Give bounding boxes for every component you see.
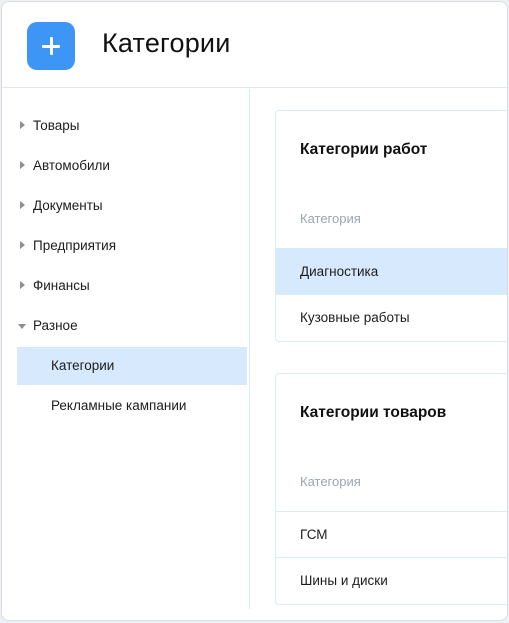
sidebar-subitem-label: Рекламные кампании [51,398,187,413]
sidebar-item-documents[interactable]: Документы [17,187,247,225]
sidebar-item-label: Предприятия [33,238,117,253]
row-label: Кузовные работы [300,310,410,325]
chevron-right-icon [20,161,25,169]
work-categories-card: Категории работ Категория Диагностика Ку… [275,110,507,342]
sidebar-item-finance[interactable]: Финансы [17,267,247,305]
sidebar-item-label: Автомобили [33,158,110,173]
sidebar-item-misc[interactable]: Разное [17,307,247,345]
table-row[interactable]: Шины и диски [276,557,507,603]
column-header: Категория [300,474,361,489]
sidebar-subitem-categories[interactable]: Категории [17,347,247,385]
card-title: Категории работ [300,141,428,158]
row-label: Шины и диски [300,573,388,588]
sidebar-subitem-label: Категории [51,358,115,373]
page-title: Категории [102,28,231,58]
table-row[interactable]: Кузовные работы [276,294,507,340]
sidebar-item-goods[interactable]: Товары [17,107,247,145]
page-header: Категории [2,2,507,88]
sidebar-item-label: Финансы [33,278,90,293]
chevron-right-icon [20,201,25,209]
sidebar-item-cars[interactable]: Автомобили [17,147,247,185]
column-header: Категория [300,211,361,226]
chevron-right-icon [20,121,25,129]
add-button[interactable] [27,22,75,70]
chevron-right-icon [20,241,25,249]
table-row[interactable]: Диагностика [276,248,507,294]
sidebar-item-label: Документы [33,198,103,213]
chevron-right-icon [20,281,25,289]
row-label: ГСМ [300,527,328,542]
sidebar-subitem-ad-campaigns[interactable]: Рекламные кампании [17,387,247,425]
sidebar-nav: Товары Автомобили Документы Предприятия … [2,89,250,609]
chevron-down-icon [18,324,26,329]
sidebar-item-label: Разное [33,318,78,333]
sidebar-item-label: Товары [33,118,80,133]
row-label: Диагностика [300,264,379,279]
table-row[interactable]: ГСМ [276,511,507,557]
app-window: Категории Товары Автомобили Документы Пр… [1,1,508,621]
card-title: Категории товаров [300,404,447,421]
sidebar-item-enterprises[interactable]: Предприятия [17,227,247,265]
goods-categories-card: Категории товаров Категория ГСМ Шины и д… [275,373,507,605]
